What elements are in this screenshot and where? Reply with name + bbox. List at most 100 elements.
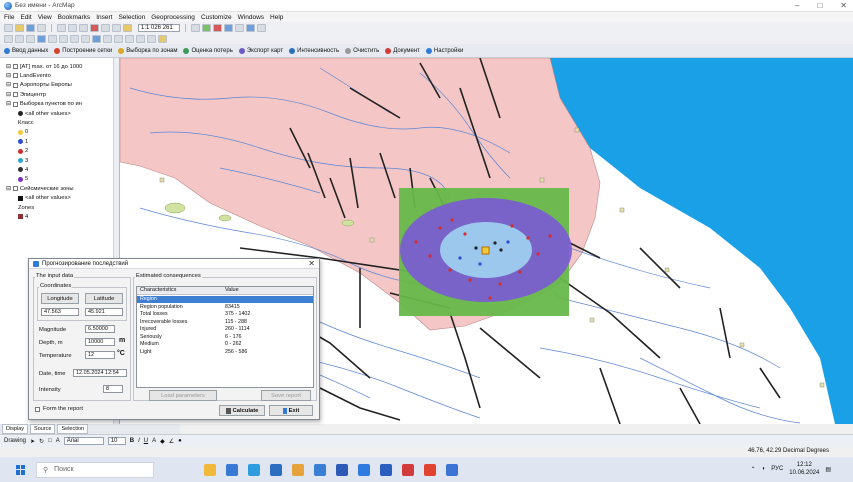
expand-icon[interactable]: ⊟ bbox=[6, 101, 11, 107]
results-row[interactable]: Seriously 6 - 176 bbox=[137, 334, 313, 341]
menu-insert[interactable]: Insert bbox=[96, 14, 112, 21]
results-row[interactable]: Region bbox=[137, 296, 313, 303]
menu-view[interactable]: View bbox=[38, 14, 52, 21]
toc-icon[interactable] bbox=[202, 23, 211, 32]
expand-icon[interactable]: ⊟ bbox=[6, 73, 11, 79]
toc-layer[interactable]: ⊟ Выборка пунктов по ин bbox=[6, 100, 82, 109]
drawing-menu[interactable]: Drawing bbox=[4, 438, 26, 444]
bold-icon[interactable]: B bbox=[130, 438, 134, 444]
plugin-button-clear[interactable]: Очистить bbox=[345, 47, 379, 54]
marker-color-icon[interactable]: ● bbox=[178, 438, 182, 444]
help-icon[interactable] bbox=[257, 23, 266, 32]
longitude-input[interactable]: 47.563 bbox=[41, 308, 79, 316]
text-icon[interactable]: A bbox=[56, 438, 60, 444]
plugin-button-zone-selection[interactable]: Выборка по зонам bbox=[118, 47, 177, 54]
toc-layer[interactable]: ⊟ Аэропорты Европы bbox=[6, 81, 72, 90]
arctoolbox-icon[interactable] bbox=[235, 23, 244, 32]
expand-icon[interactable]: ⊟ bbox=[6, 92, 11, 98]
plugin-button-settings[interactable]: Настройки bbox=[425, 47, 463, 54]
taskbar-app-icon[interactable] bbox=[380, 463, 392, 476]
latitude-input[interactable]: 45.921 bbox=[85, 308, 123, 316]
exit-button[interactable]: Exit bbox=[269, 405, 313, 416]
close-icon[interactable]: ✕ bbox=[840, 1, 847, 10]
menu-bookmarks[interactable]: Bookmarks bbox=[58, 14, 91, 21]
temperature-input[interactable]: 12 bbox=[85, 351, 115, 359]
measure-icon[interactable] bbox=[147, 34, 156, 43]
latitude-button[interactable]: Latitude bbox=[85, 293, 123, 304]
italic-icon[interactable]: I bbox=[138, 438, 140, 444]
back-icon[interactable] bbox=[70, 34, 79, 43]
save-icon[interactable] bbox=[26, 23, 35, 32]
results-row[interactable]: Medium 0 - 262 bbox=[137, 341, 313, 348]
plugin-button-document[interactable]: Документ bbox=[385, 47, 420, 54]
python-icon[interactable] bbox=[246, 23, 255, 32]
longitude-button[interactable]: Longitude bbox=[41, 293, 79, 304]
results-row[interactable]: Light 256 - 586 bbox=[137, 349, 313, 356]
select-elements-icon[interactable] bbox=[114, 34, 123, 43]
tab-display[interactable]: Display bbox=[2, 424, 29, 434]
notifications-icon[interactable]: ▤ bbox=[825, 466, 831, 473]
tab-source[interactable]: Source bbox=[30, 424, 56, 434]
plugin-button-data-input[interactable]: Ввод данных bbox=[4, 47, 48, 54]
menu-file[interactable]: File bbox=[4, 14, 14, 21]
menu-help[interactable]: Help bbox=[270, 14, 283, 21]
identify-icon[interactable] bbox=[125, 34, 134, 43]
language-indicator[interactable]: РУС bbox=[771, 466, 783, 472]
results-row[interactable]: Irrecoverable losses 115 - 288 bbox=[137, 319, 313, 326]
windows-start-icon[interactable] bbox=[16, 464, 26, 475]
layer-visibility-checkbox[interactable] bbox=[12, 73, 18, 79]
zoom-out-icon[interactable] bbox=[15, 34, 24, 43]
taskbar-app-icon[interactable] bbox=[358, 463, 370, 476]
depth-input[interactable]: 10000 bbox=[85, 338, 115, 346]
fill-color-icon[interactable]: ◆ bbox=[160, 438, 165, 445]
save-report-button[interactable]: Save report bbox=[261, 390, 311, 401]
toc-layer[interactable]: ⊟ Сейсмические зоны bbox=[6, 184, 74, 193]
taskbar-app-icon[interactable] bbox=[204, 463, 216, 476]
plugin-button-loss-estimate[interactable]: Оценка потерь bbox=[183, 47, 233, 54]
results-row[interactable]: Region population 83415 bbox=[137, 304, 313, 311]
form-report-checkbox[interactable] bbox=[35, 407, 40, 412]
line-color-icon[interactable]: ∠ bbox=[169, 438, 174, 445]
plugin-button-export-maps[interactable]: Экспорт карт bbox=[238, 47, 283, 54]
paste-icon[interactable] bbox=[79, 23, 88, 32]
toc-layer[interactable]: ⊟ LandEvento bbox=[6, 71, 51, 80]
results-table[interactable]: Characteristics Value Region Region popul… bbox=[136, 286, 314, 388]
magnitude-input[interactable]: 6.50000 bbox=[85, 325, 115, 333]
taskbar-app-icon[interactable] bbox=[292, 463, 304, 476]
add-data-icon[interactable] bbox=[123, 23, 132, 32]
results-row[interactable]: Total losses 375 - 1402 bbox=[137, 311, 313, 318]
taskbar-app-icon[interactable] bbox=[270, 463, 282, 476]
font-color-icon[interactable]: A bbox=[152, 438, 156, 444]
editor-icon[interactable] bbox=[191, 23, 200, 32]
plugin-button-intensity[interactable]: Интенсивность bbox=[289, 47, 339, 54]
menu-selection[interactable]: Selection bbox=[118, 14, 145, 21]
fixed-zoom-in-icon[interactable] bbox=[48, 34, 57, 43]
intensity-stepper[interactable]: 8 bbox=[103, 385, 123, 393]
layer-visibility-checkbox[interactable] bbox=[12, 101, 18, 107]
menu-customize[interactable]: Customize bbox=[201, 14, 232, 21]
plugin-button-grid[interactable]: Построение сетки bbox=[54, 47, 112, 54]
clear-selection-icon[interactable] bbox=[103, 34, 112, 43]
expand-icon[interactable]: ⊟ bbox=[6, 186, 11, 192]
taskbar-app-icon[interactable] bbox=[336, 463, 348, 476]
dialog-close-icon[interactable]: ✕ bbox=[308, 259, 315, 268]
copy-icon[interactable] bbox=[68, 23, 77, 32]
expand-icon[interactable]: ⊟ bbox=[6, 64, 11, 70]
hyperlink-icon[interactable] bbox=[158, 34, 167, 43]
search-icon[interactable] bbox=[224, 23, 233, 32]
expand-icon[interactable]: ⊟ bbox=[6, 82, 11, 88]
maximize-icon[interactable]: □ bbox=[817, 1, 822, 10]
pan-icon[interactable] bbox=[26, 34, 35, 43]
rectangle-icon[interactable]: □ bbox=[48, 438, 52, 444]
new-icon[interactable] bbox=[4, 23, 13, 32]
menu-edit[interactable]: Edit bbox=[20, 14, 31, 21]
print-icon[interactable] bbox=[37, 23, 46, 32]
load-parameters-button[interactable]: Load parameters bbox=[149, 390, 217, 401]
layer-visibility-checkbox[interactable] bbox=[12, 186, 18, 192]
rotate-icon[interactable]: ↻ bbox=[39, 438, 44, 445]
font-size-select[interactable]: 10 bbox=[107, 437, 126, 445]
toc-layer[interactable]: ⊟ Эпицентр bbox=[6, 90, 46, 99]
taskbar-app-icon[interactable] bbox=[446, 463, 458, 476]
minimize-icon[interactable]: – bbox=[795, 1, 799, 10]
volume-icon[interactable]: ◖ bbox=[762, 466, 766, 472]
